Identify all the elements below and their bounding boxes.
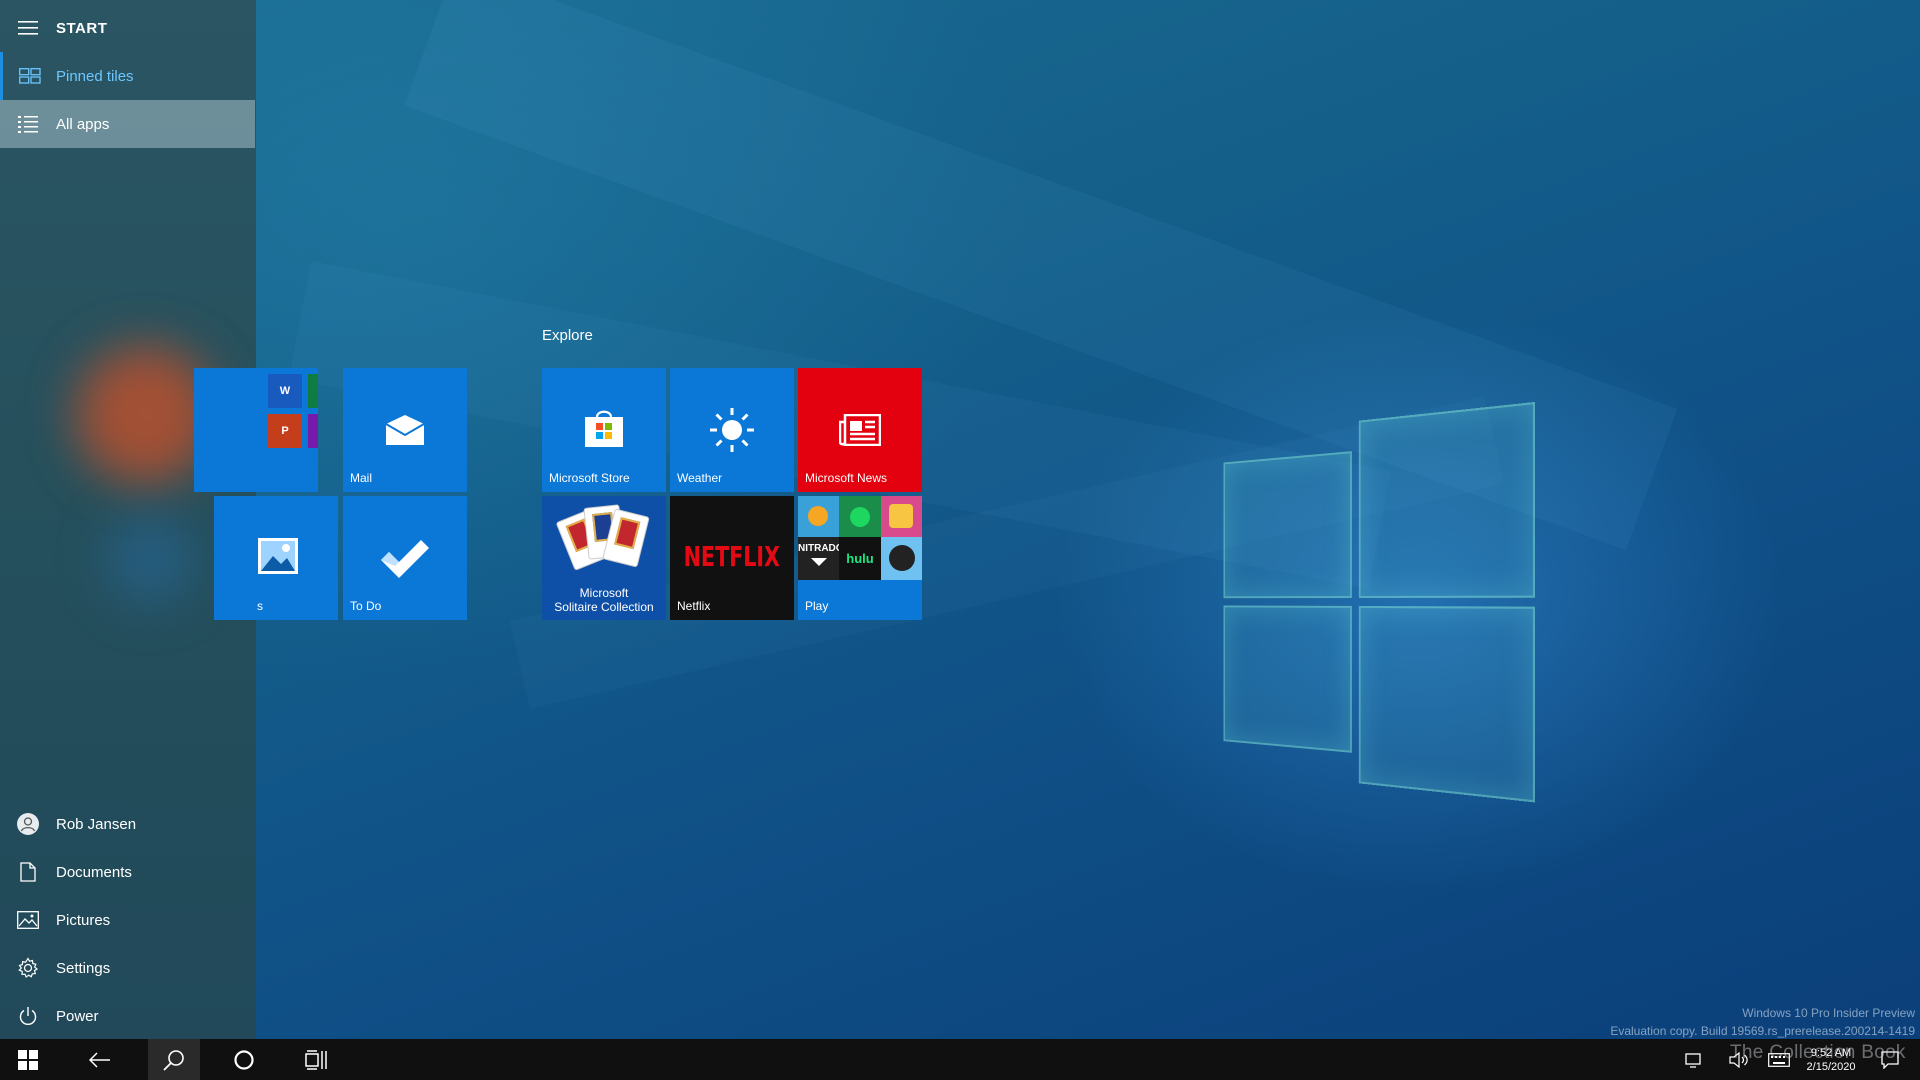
tile-microsoft-store[interactable]: Microsoft Store: [542, 368, 666, 492]
tile-photos[interactable]: s: [214, 496, 338, 620]
tile-solitaire[interactable]: Microsoft Solitaire Collection: [542, 496, 666, 620]
pictures-button[interactable]: Pictures: [0, 896, 255, 944]
power-button[interactable]: Power: [0, 992, 255, 1040]
tile-label: s: [257, 599, 263, 613]
tile-label: Mail: [350, 471, 373, 485]
watermark-edition: Windows 10 Pro Insider Preview: [1742, 1006, 1915, 1020]
back-button[interactable]: [76, 1039, 124, 1080]
tile-label: Netflix: [677, 599, 711, 613]
tile-label: Weather: [677, 471, 723, 485]
tile-play[interactable]: NITRADO hulu Play: [798, 496, 922, 620]
settings-button[interactable]: Settings: [0, 944, 255, 992]
tile-office[interactable]: W X P N: [194, 368, 318, 492]
tile-microsoft-news[interactable]: Microsoft News: [798, 368, 922, 492]
hulu-icon: hulu: [839, 537, 881, 580]
pinned-tiles-icon: [3, 68, 56, 84]
document-icon: [0, 862, 56, 882]
pictures-icon: [0, 911, 56, 929]
network-icon: [1685, 1052, 1701, 1068]
watermark-overlay: The Collection Book: [1730, 1042, 1906, 1063]
tile-label: Microsoft Store: [549, 471, 630, 485]
cortana-button[interactable]: [220, 1039, 268, 1080]
nav-label: All apps: [56, 115, 110, 133]
power-label: Power: [56, 1007, 99, 1025]
group-title-explore: Explore: [542, 327, 593, 344]
user-avatar-icon: [0, 812, 56, 836]
task-view-button[interactable]: [292, 1039, 340, 1080]
gear-icon: [0, 957, 56, 979]
settings-label: Settings: [56, 959, 111, 977]
start-button[interactable]: [4, 1039, 52, 1080]
nav-label: Pinned tiles: [56, 67, 134, 85]
play-folder-icon: NITRADO hulu: [798, 496, 922, 580]
excel-icon: X: [308, 374, 318, 408]
tile-weather[interactable]: Weather: [670, 368, 794, 492]
office-apps-icon: W X P N: [258, 374, 318, 462]
task-view-icon: [305, 1049, 327, 1070]
start-icon: [18, 1049, 38, 1070]
playing-cards-icon: [555, 504, 652, 580]
powerpoint-icon: P: [268, 414, 302, 448]
search-button[interactable]: [148, 1039, 200, 1080]
taskbar: 9:52 AM 2/15/2020: [0, 1039, 1920, 1080]
user-account-button[interactable]: Rob Jansen: [0, 800, 255, 848]
documents-label: Documents: [56, 863, 132, 881]
tile-label: Play: [805, 599, 829, 613]
tile-mail[interactable]: Mail: [343, 368, 467, 492]
word-icon: W: [268, 374, 302, 408]
user-name: Rob Jansen: [56, 815, 137, 833]
tile-label-line1: Microsoft: [579, 586, 629, 600]
windows-logo-wallpaper: [1223, 401, 1536, 803]
watermark-build: Evaluation copy. Build 19569.rs_prerelea…: [1610, 1024, 1915, 1038]
all-apps-list-icon: [0, 115, 56, 133]
spotify-icon: [839, 496, 881, 537]
cortana-icon: [234, 1049, 254, 1070]
nav-pinned-tiles[interactable]: Pinned tiles: [0, 52, 256, 100]
nav-all-apps[interactable]: All apps: [0, 100, 255, 148]
tile-netflix[interactable]: NETFLIX Netflix: [670, 496, 794, 620]
back-arrow-icon: [89, 1051, 110, 1068]
netflix-logo: NETFLIX: [683, 539, 781, 573]
network-tray-button[interactable]: [1683, 1039, 1705, 1080]
hamburger-icon: [0, 21, 56, 35]
tile-label-line2: Solitaire Collection: [554, 600, 654, 614]
tile-todo[interactable]: To Do: [343, 496, 467, 620]
pictures-label: Pictures: [56, 911, 111, 929]
start-title: START: [56, 19, 108, 37]
nitrado-icon: NITRADO: [798, 537, 844, 580]
tile-label: Microsoft News: [805, 471, 888, 485]
search-icon: [163, 1049, 184, 1071]
tile-label: To Do: [350, 599, 382, 613]
documents-button[interactable]: Documents: [0, 848, 255, 896]
photos-icon: [258, 538, 298, 579]
hamburger-menu-button[interactable]: START: [0, 4, 255, 52]
nitrado-label: NITRADO: [798, 543, 844, 554]
power-icon: [0, 1006, 56, 1026]
onenote-icon: N: [308, 414, 318, 448]
